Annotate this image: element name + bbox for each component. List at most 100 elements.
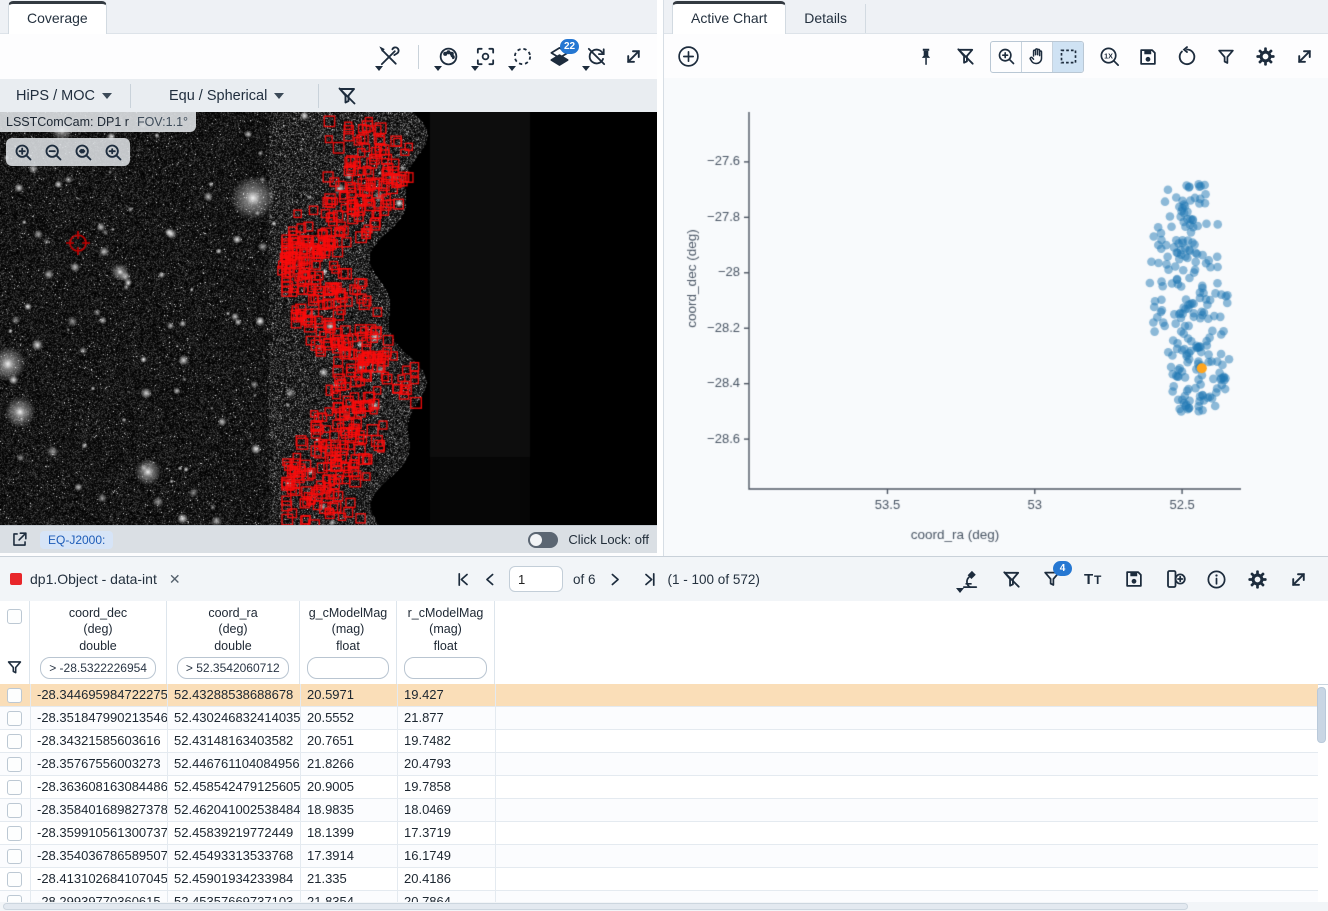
- save-icon[interactable]: [1134, 41, 1162, 73]
- filter-input-coord_ra[interactable]: [177, 657, 289, 679]
- prev-page-button[interactable]: [482, 571, 499, 588]
- table-row[interactable]: -28.35840168982737852.46204100253848418.…: [0, 799, 1318, 822]
- column-header-g_cModelMag[interactable]: g_cModelMag(mag)float: [300, 601, 397, 651]
- tab-active-chart[interactable]: Active Chart: [672, 1, 786, 34]
- filter-icon[interactable]: 4: [1038, 563, 1066, 595]
- table-row[interactable]: -28.3432158560361652.4314816340358220.76…: [0, 730, 1318, 753]
- zoom-in-tool-icon[interactable]: [991, 42, 1021, 72]
- gear-icon[interactable]: [1251, 41, 1279, 73]
- select-region-icon[interactable]: [508, 41, 536, 73]
- filter-input-coord_dec[interactable]: [40, 657, 156, 679]
- column-header-coord_ra[interactable]: coord_ra(deg)double: [167, 601, 300, 651]
- save-icon[interactable]: [1120, 563, 1148, 595]
- cell-coord_dec: -28.413102684107045: [30, 868, 167, 890]
- filter-icon[interactable]: [1212, 41, 1240, 73]
- last-page-button[interactable]: [641, 571, 658, 588]
- zoom-original-icon[interactable]: 1X: [1095, 41, 1123, 73]
- column-divider: [300, 776, 301, 798]
- projection-label: Equ / Spherical: [169, 88, 267, 104]
- analyze-icon[interactable]: [956, 563, 984, 595]
- divider: [130, 84, 131, 108]
- zoom-fit-icon[interactable]: [70, 140, 96, 164]
- tab-details[interactable]: Details: [786, 4, 866, 33]
- table-tab[interactable]: dp1.Object - data-int ✕: [10, 571, 181, 588]
- coord-readout[interactable]: EQ-J2000:: [40, 531, 113, 549]
- click-lock-toggle[interactable]: [528, 532, 558, 548]
- page-number-input[interactable]: [509, 566, 563, 592]
- add-chart-icon[interactable]: [674, 41, 702, 73]
- gear-icon[interactable]: [1243, 563, 1271, 595]
- popout-icon[interactable]: [8, 524, 30, 556]
- next-page-button[interactable]: [606, 571, 623, 588]
- projection-dropdown[interactable]: Equ / Spherical: [165, 88, 288, 104]
- table-row[interactable]: -28.35403678658950752.4549331353376817.3…: [0, 845, 1318, 868]
- zoom-out-icon[interactable]: [40, 140, 66, 164]
- cell-coord_dec: -28.354036786589507: [30, 845, 167, 867]
- toggle-knob: [530, 534, 542, 546]
- table-row[interactable]: -28.36360816308448652.45854247912560520.…: [0, 776, 1318, 799]
- column-header-r_cModelMag[interactable]: r_cModelMag(mag)float: [397, 601, 495, 651]
- coverage-tabstrip: Coverage: [0, 0, 657, 34]
- color-palette-icon[interactable]: [434, 41, 462, 73]
- expand-icon[interactable]: [1290, 41, 1318, 73]
- row-checkbox[interactable]: [7, 849, 22, 864]
- rotate-off-icon[interactable]: [582, 41, 610, 73]
- vertical-scrollbar[interactable]: [1317, 687, 1326, 743]
- tools-icon[interactable]: [375, 41, 403, 73]
- select-all-checkbox[interactable]: [7, 609, 22, 624]
- sky-canvas[interactable]: [0, 112, 657, 525]
- pin-icon[interactable]: [912, 41, 940, 73]
- layers-count-badge: 22: [560, 39, 579, 54]
- row-checkbox[interactable]: [7, 872, 22, 887]
- cell-r_cModelMag: 21.877: [397, 707, 495, 729]
- row-checkbox[interactable]: [7, 826, 22, 841]
- recenter-icon[interactable]: [471, 41, 499, 73]
- refresh-icon[interactable]: [1173, 41, 1201, 73]
- filter-input-r_cModelMag[interactable]: [404, 657, 486, 679]
- zoom-fill-icon[interactable]: [100, 140, 126, 164]
- column-divider: [495, 684, 496, 706]
- row-checkbox[interactable]: [7, 757, 22, 772]
- column-divider: [300, 730, 301, 752]
- zoom-in-icon[interactable]: [10, 140, 36, 164]
- filter-input-g_cModelMag[interactable]: [307, 657, 389, 679]
- expand-icon[interactable]: [1284, 563, 1312, 595]
- cell-coord_ra: 52.43148163403582: [167, 730, 300, 752]
- horizontal-scrollbar[interactable]: [3, 903, 1188, 910]
- close-icon[interactable]: ✕: [169, 571, 181, 588]
- image-readout-bar: EQ-J2000: Click Lock: off: [0, 525, 657, 553]
- hips-moc-dropdown[interactable]: HiPS / MOC: [12, 88, 116, 104]
- expand-icon[interactable]: [619, 41, 647, 73]
- row-checkbox[interactable]: [7, 711, 22, 726]
- filter-off-icon[interactable]: [333, 80, 361, 112]
- row-checkbox[interactable]: [7, 734, 22, 749]
- table-row[interactable]: -28.3576755600327352.44676110408495621.8…: [0, 753, 1318, 776]
- add-column-icon[interactable]: [1161, 563, 1189, 595]
- table-row[interactable]: -28.35991056130073752.4583921977244918.1…: [0, 822, 1318, 845]
- first-page-button[interactable]: [455, 571, 472, 588]
- text-view-icon[interactable]: T T: [1079, 563, 1107, 595]
- filter-off-icon[interactable]: [997, 563, 1025, 595]
- table-row[interactable]: -28.41310268410704552.4590193423398421.3…: [0, 868, 1318, 891]
- row-checkbox[interactable]: [7, 688, 22, 703]
- column-divider: [300, 707, 301, 729]
- toolbar-divider: [418, 45, 419, 69]
- tab-coverage[interactable]: Coverage: [8, 1, 107, 34]
- filter-row-icon: [5, 658, 24, 677]
- filter-off-icon[interactable]: [951, 41, 979, 73]
- cell-g_cModelMag: 20.9005: [300, 776, 397, 798]
- row-checkbox[interactable]: [7, 803, 22, 818]
- cell-coord_dec: -28.351847990213546: [30, 707, 167, 729]
- info-icon[interactable]: [1202, 563, 1230, 595]
- column-divider: [167, 799, 168, 821]
- column-header-coord_dec[interactable]: coord_dec(deg)double: [30, 601, 167, 651]
- column-divider: [30, 707, 31, 729]
- row-checkbox[interactable]: [7, 780, 22, 795]
- table-row[interactable]: -28.35184799021354652.43024683241403520.…: [0, 707, 1318, 730]
- table-row[interactable]: -28.34469598472227552.4328853868867820.5…: [0, 684, 1318, 707]
- pan-hand-icon[interactable]: [1021, 42, 1052, 72]
- layers-icon[interactable]: 22: [545, 41, 573, 73]
- select-box-tool-icon[interactable]: [1052, 42, 1083, 72]
- scatter-chart[interactable]: [664, 78, 1328, 556]
- sky-viewport: LSSTComCam: DP1 r FOV:1.1°: [0, 112, 657, 553]
